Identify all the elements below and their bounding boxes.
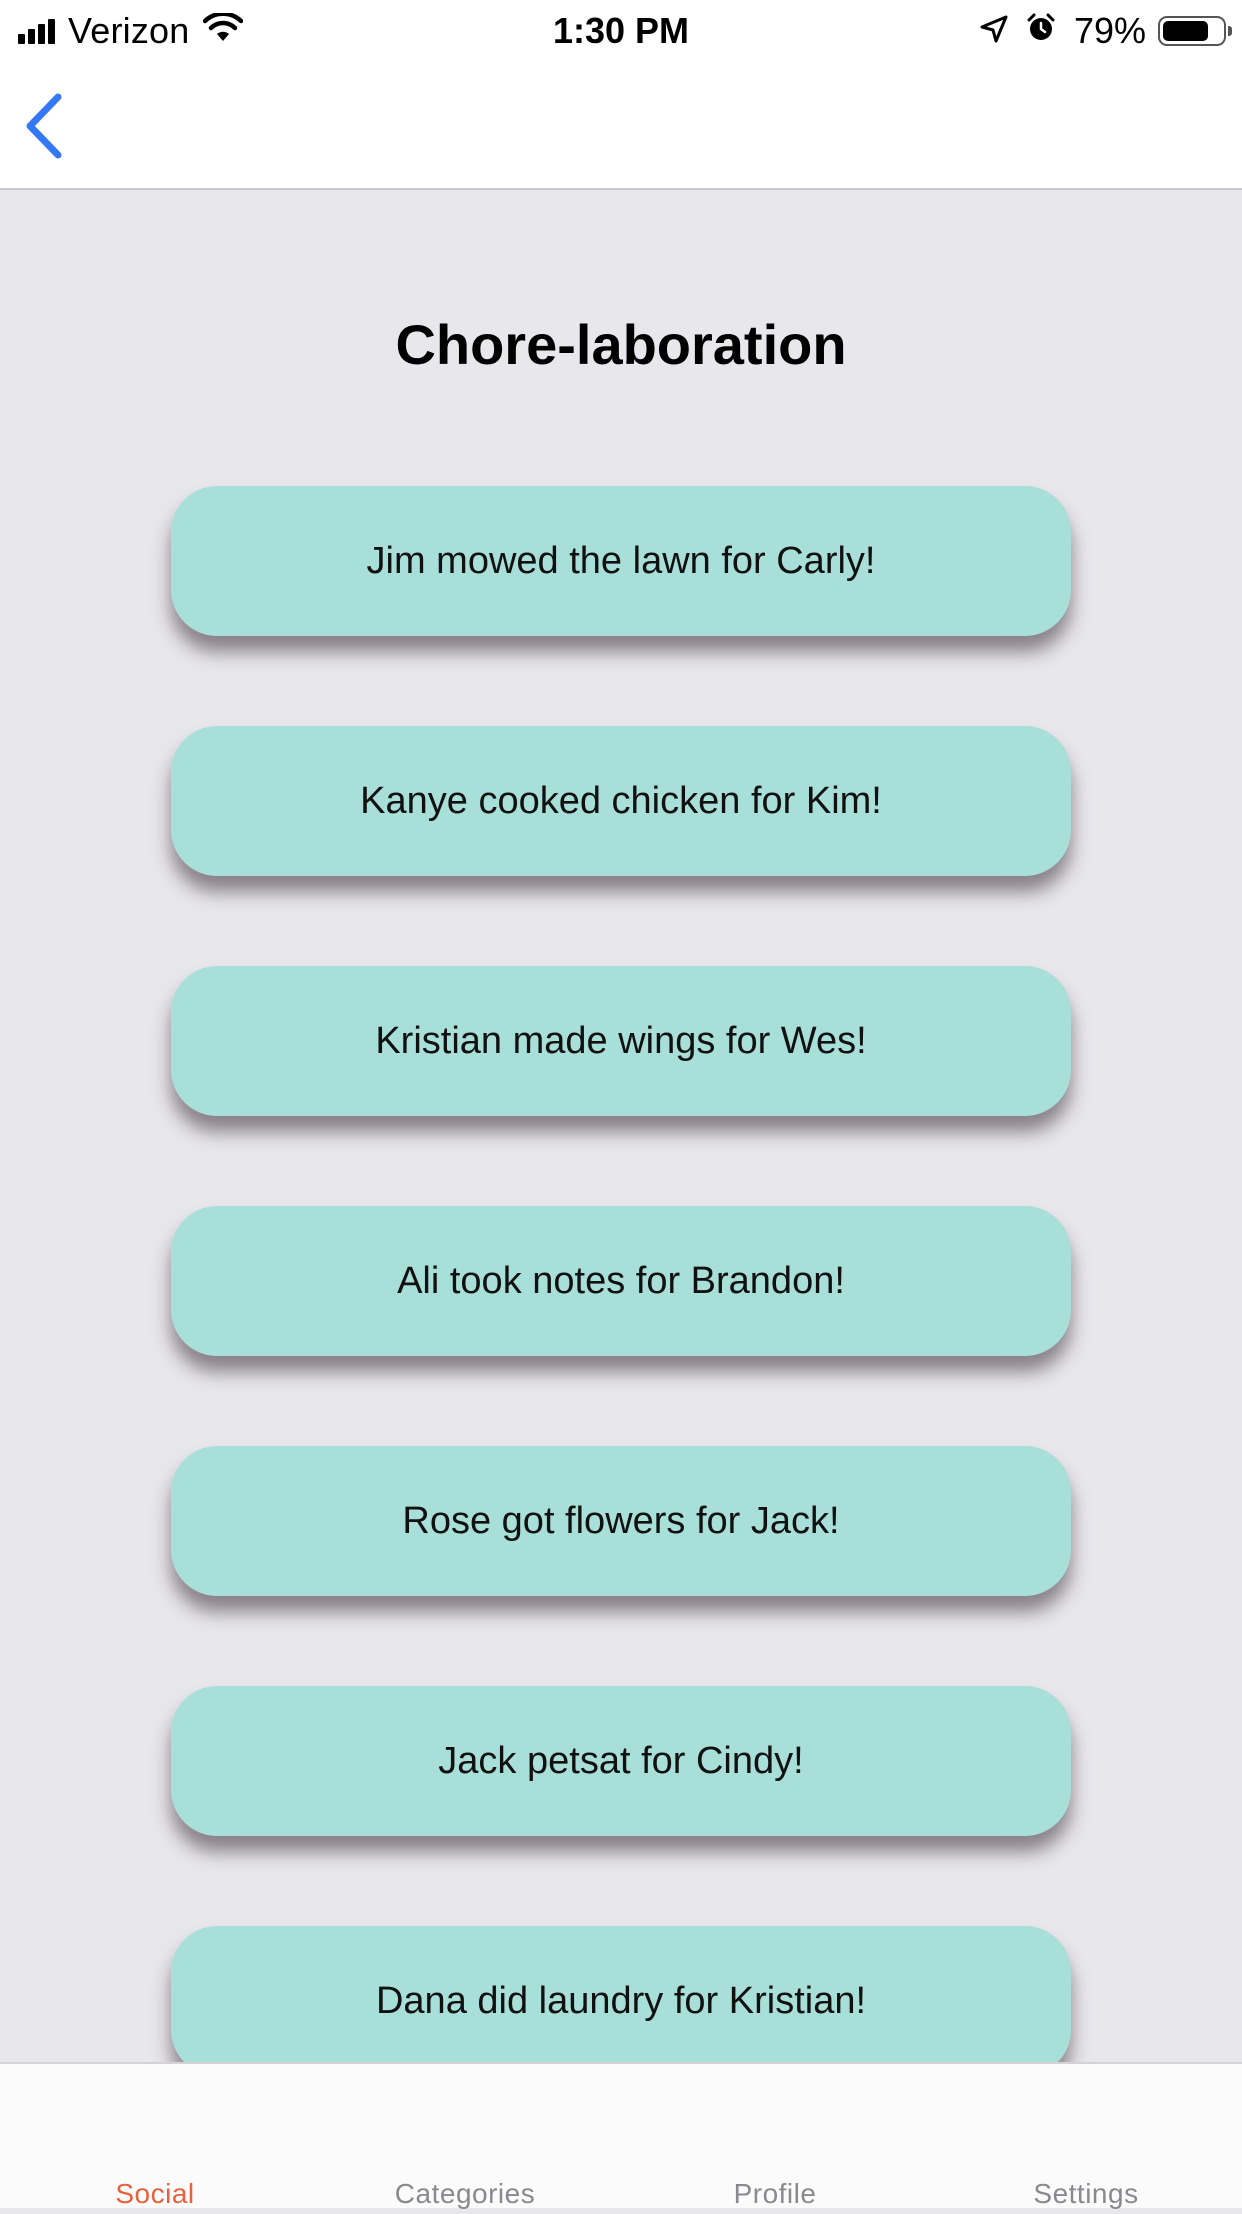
alarm-icon	[1026, 10, 1056, 52]
chore-card[interactable]: Dana did laundry for Kristian!	[171, 1926, 1071, 2062]
chore-card[interactable]: Jack petsat for Cindy!	[171, 1686, 1071, 1836]
chore-card-label: Kanye cooked chicken for Kim!	[360, 779, 882, 822]
battery-fill	[1163, 21, 1208, 41]
chore-card-label: Jim mowed the lawn for Carly!	[366, 539, 876, 582]
chore-card[interactable]: Rose got flowers for Jack!	[171, 1446, 1071, 1596]
main-content[interactable]: Chore-laboration Jim mowed the lawn for …	[0, 190, 1242, 2062]
chore-card-label: Jack petsat for Cindy!	[438, 1739, 804, 1782]
chore-card-label: Ali took notes for Brandon!	[397, 1259, 845, 1302]
chore-card-label: Rose got flowers for Jack!	[402, 1499, 840, 1542]
chore-card[interactable]: Jim mowed the lawn for Carly!	[171, 486, 1071, 636]
status-bar: Verizon 1:30 PM 79%	[0, 0, 1242, 62]
chore-card-label: Dana did laundry for Kristian!	[375, 1979, 867, 2022]
page-title: Chore-laboration	[395, 313, 847, 376]
battery-percent: 79%	[1073, 10, 1146, 51]
chore-card[interactable]: Kanye cooked chicken for Kim!	[171, 726, 1071, 876]
tab-categories[interactable]: Categories	[310, 2174, 620, 2214]
battery-icon	[1158, 16, 1232, 46]
tab-settings[interactable]: Settings	[931, 2174, 1241, 2214]
navigation-bar	[0, 62, 1242, 190]
chevron-left-icon	[26, 93, 62, 159]
tab-profile[interactable]: Profile	[620, 2174, 930, 2214]
back-button[interactable]	[14, 88, 74, 164]
chore-card[interactable]: Kristian made wings for Wes!	[171, 966, 1071, 1116]
chore-card[interactable]: Ali took notes for Brandon!	[171, 1206, 1071, 1356]
tab-social[interactable]: Social	[0, 2174, 310, 2214]
location-arrow-icon	[980, 10, 1008, 52]
status-right: 79%	[980, 8, 1232, 54]
chore-card-label: Kristian made wings for Wes!	[375, 1019, 867, 1062]
tab-bar: Social Categories Profile Settings	[0, 2062, 1242, 2209]
